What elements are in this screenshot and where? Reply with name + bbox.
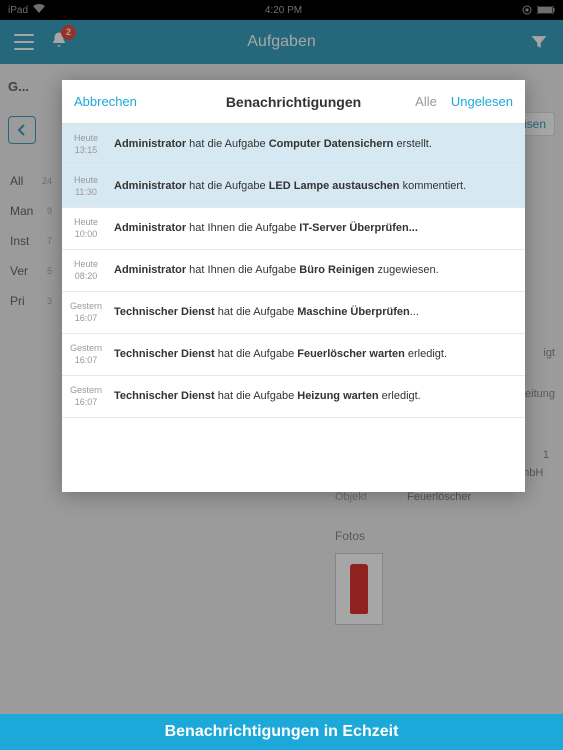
notification-item[interactable]: Heute13:15Administrator hat die Aufgabe … [62, 124, 525, 166]
notifications-modal: Abbrechen Benachrichtigungen Alle Ungele… [62, 80, 525, 492]
notification-time: Heute11:30 [62, 175, 110, 198]
notification-item[interactable]: Heute10:00Administrator hat Ihnen die Au… [62, 208, 525, 250]
notification-item[interactable]: Gestern16:07Technischer Dienst hat die A… [62, 292, 525, 334]
notification-list: Heute13:15Administrator hat die Aufgabe … [62, 124, 525, 492]
notification-item[interactable]: Heute11:30Administrator hat die Aufgabe … [62, 166, 525, 208]
modal-title: Benachrichtigungen [226, 94, 361, 110]
notification-text: Administrator hat Ihnen die Aufgabe Büro… [110, 263, 525, 278]
filter-unread[interactable]: Ungelesen [451, 94, 513, 109]
cancel-button[interactable]: Abbrechen [74, 94, 137, 109]
notification-text: Technischer Dienst hat die Aufgabe Masch… [110, 305, 525, 320]
modal-header: Abbrechen Benachrichtigungen Alle Ungele… [62, 80, 525, 124]
notification-time: Heute13:15 [62, 133, 110, 156]
notification-text: Technischer Dienst hat die Aufgabe Heizu… [110, 389, 525, 404]
notification-time: Heute10:00 [62, 217, 110, 240]
bottom-banner: Benachrichtigungen in Echzeit [0, 714, 563, 750]
filter-all[interactable]: Alle [415, 94, 437, 109]
notification-item[interactable]: Heute08:20Administrator hat Ihnen die Au… [62, 250, 525, 292]
notification-time: Gestern16:07 [62, 301, 110, 324]
notification-text: Administrator hat Ihnen die Aufgabe IT-S… [110, 221, 525, 236]
notification-time: Heute08:20 [62, 259, 110, 282]
notification-time: Gestern16:07 [62, 343, 110, 366]
notification-time: Gestern16:07 [62, 385, 110, 408]
notification-item[interactable]: Gestern16:07Technischer Dienst hat die A… [62, 334, 525, 376]
notification-text: Administrator hat die Aufgabe Computer D… [110, 137, 525, 152]
notification-item[interactable]: Gestern16:07Technischer Dienst hat die A… [62, 376, 525, 418]
notification-text: Administrator hat die Aufgabe LED Lampe … [110, 179, 525, 194]
notification-text: Technischer Dienst hat die Aufgabe Feuer… [110, 347, 525, 362]
